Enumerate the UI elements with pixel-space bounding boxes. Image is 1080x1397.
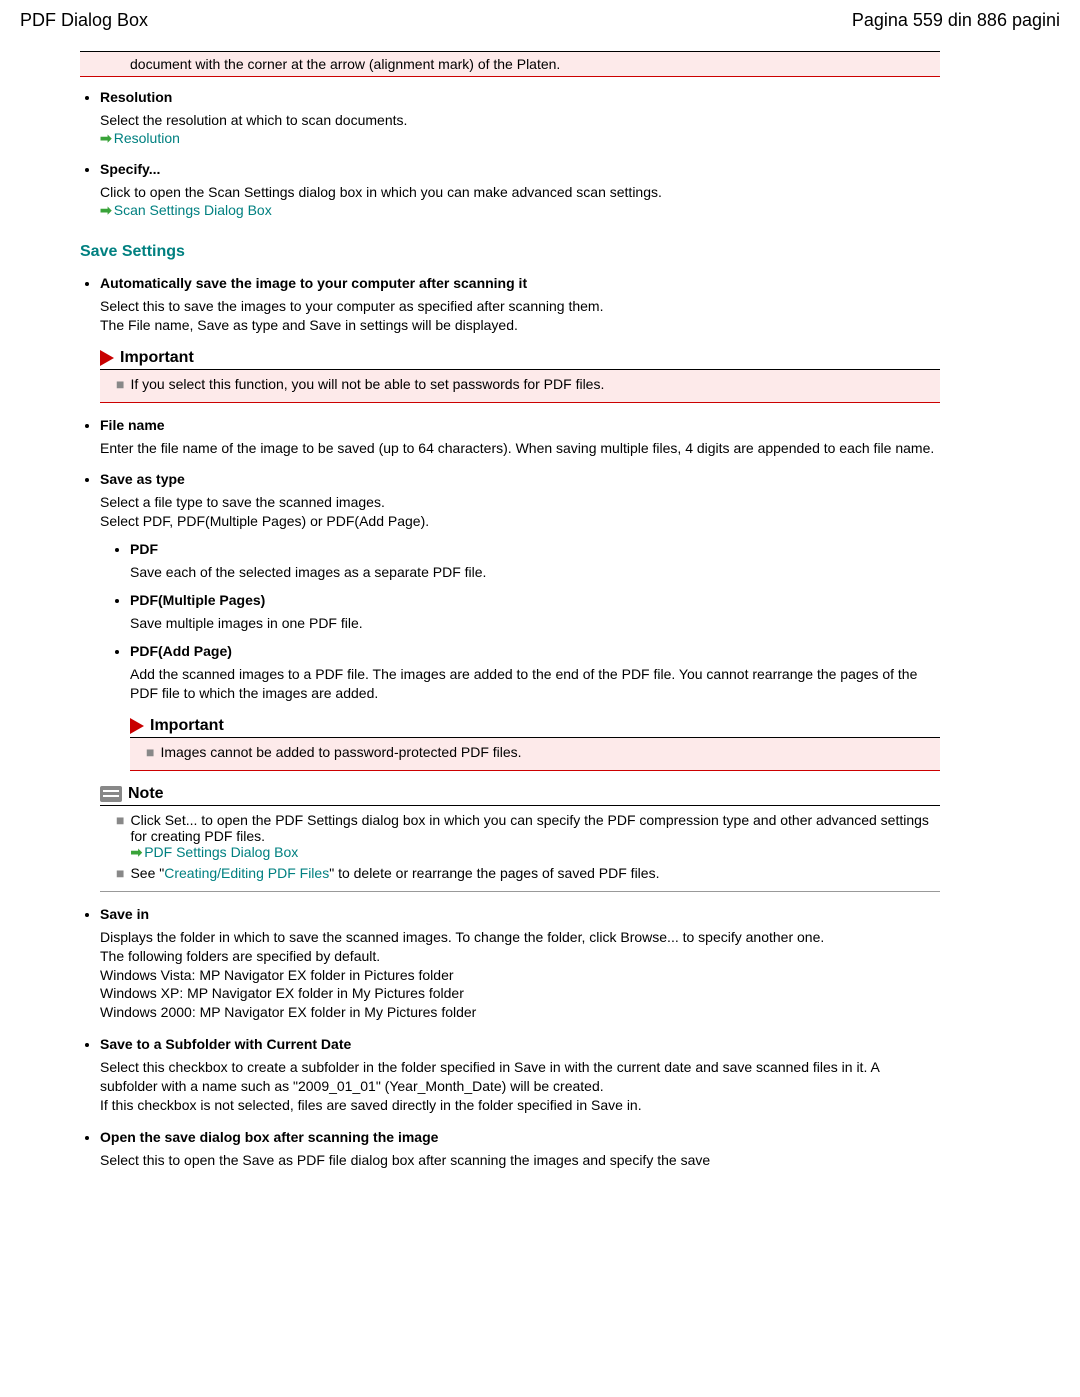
sub-item-pdf-multi: PDF(Multiple Pages) Save multiple images… [130, 592, 940, 633]
open-save-dialog-title: Open the save dialog box after scanning … [100, 1129, 940, 1145]
note-text-2b: " to delete or rearrange the pages of sa… [329, 865, 659, 881]
save-in-l5: Windows 2000: MP Navigator EX folder in … [100, 1003, 940, 1022]
sub-item-pdf: PDF Save each of the selected images as … [130, 541, 940, 582]
item-open-save-dialog: Open the save dialog box after scanning … [100, 1129, 940, 1170]
note-icon [100, 786, 122, 802]
resolution-link[interactable]: Resolution [114, 130, 180, 146]
important-box-2: Important ■ Images cannot be added to pa… [130, 717, 940, 771]
item-save-in: Save in Displays the folder in which to … [100, 906, 940, 1022]
pdf-settings-link[interactable]: PDF Settings Dialog Box [144, 844, 298, 860]
bullet-icon: ■ [116, 376, 124, 392]
specify-desc: Click to open the Scan Settings dialog b… [100, 183, 940, 202]
specify-title: Specify... [100, 161, 940, 177]
auto-save-desc1: Select this to save the images to your c… [100, 297, 940, 316]
page-title: PDF Dialog Box [20, 10, 148, 31]
item-specify: Specify... Click to open the Scan Settin… [100, 161, 940, 219]
pdf-title: PDF [130, 541, 940, 557]
important-text-2: Images cannot be added to password-prote… [160, 744, 932, 760]
auto-save-title: Automatically save the image to your com… [100, 275, 940, 291]
save-settings-heading: Save Settings [80, 243, 940, 261]
save-subfolder-l1: Select this checkbox to create a subfold… [100, 1058, 940, 1096]
pdf-desc: Save each of the selected images as a se… [130, 563, 940, 582]
resolution-title: Resolution [100, 89, 940, 105]
file-name-desc: Enter the file name of the image to be s… [100, 439, 940, 458]
save-in-l1: Displays the folder in which to save the… [100, 928, 940, 947]
important-box: Important ■ If you select this function,… [100, 349, 940, 403]
item-save-subfolder: Save to a Subfolder with Current Date Se… [100, 1036, 940, 1115]
arrow-icon: ➡ [100, 130, 112, 146]
sub-item-pdf-add: PDF(Add Page) Add the scanned images to … [130, 643, 940, 771]
bullet-icon: ■ [146, 744, 154, 760]
page-info: Pagina 559 din 886 pagini [852, 10, 1060, 31]
save-subfolder-title: Save to a Subfolder with Current Date [100, 1036, 940, 1052]
pdf-add-title: PDF(Add Page) [130, 643, 940, 659]
arrow-icon: ➡ [130, 844, 142, 860]
save-in-title: Save in [100, 906, 940, 922]
arrow-icon: ➡ [100, 202, 112, 218]
note-text-2a: See " [130, 865, 164, 881]
item-save-as-type: Save as type Select a file type to save … [100, 471, 940, 891]
important-icon [100, 350, 114, 366]
save-in-l4: Windows XP: MP Navigator EX folder in My… [100, 984, 940, 1003]
item-resolution: Resolution Select the resolution at whic… [100, 89, 940, 147]
note-text-1: Click Set... to open the PDF Settings di… [130, 812, 928, 844]
save-in-l3: Windows Vista: MP Navigator EX folder in… [100, 966, 940, 985]
scan-settings-link[interactable]: Scan Settings Dialog Box [114, 202, 272, 218]
save-subfolder-l2: If this checkbox is not selected, files … [100, 1096, 940, 1115]
creating-editing-link[interactable]: Creating/Editing PDF Files [164, 865, 329, 881]
important-text: If you select this function, you will no… [130, 376, 932, 392]
auto-save-desc2: The File name, Save as type and Save in … [100, 316, 940, 335]
file-name-title: File name [100, 417, 940, 433]
note-box: Note ■ Click Set... to open the PDF Sett… [100, 785, 940, 892]
pdf-multi-title: PDF(Multiple Pages) [130, 592, 940, 608]
top-note: document with the corner at the arrow (a… [80, 51, 940, 77]
item-file-name: File name Enter the file name of the ima… [100, 417, 940, 458]
bullet-icon: ■ [116, 865, 124, 881]
resolution-desc: Select the resolution at which to scan d… [100, 111, 940, 130]
pdf-add-desc: Add the scanned images to a PDF file. Th… [130, 665, 940, 703]
pdf-multi-desc: Save multiple images in one PDF file. [130, 614, 940, 633]
item-auto-save: Automatically save the image to your com… [100, 275, 940, 403]
important-label: Important [120, 349, 194, 367]
save-as-type-title: Save as type [100, 471, 940, 487]
save-as-type-desc1: Select a file type to save the scanned i… [100, 493, 940, 512]
important-icon [130, 718, 144, 734]
bullet-icon: ■ [116, 812, 124, 828]
save-as-type-desc2: Select PDF, PDF(Multiple Pages) or PDF(A… [100, 512, 940, 531]
save-in-l2: The following folders are specified by d… [100, 947, 940, 966]
open-save-dialog-desc: Select this to open the Save as PDF file… [100, 1151, 940, 1170]
note-label: Note [128, 785, 164, 803]
important-label-2: Important [150, 717, 224, 735]
